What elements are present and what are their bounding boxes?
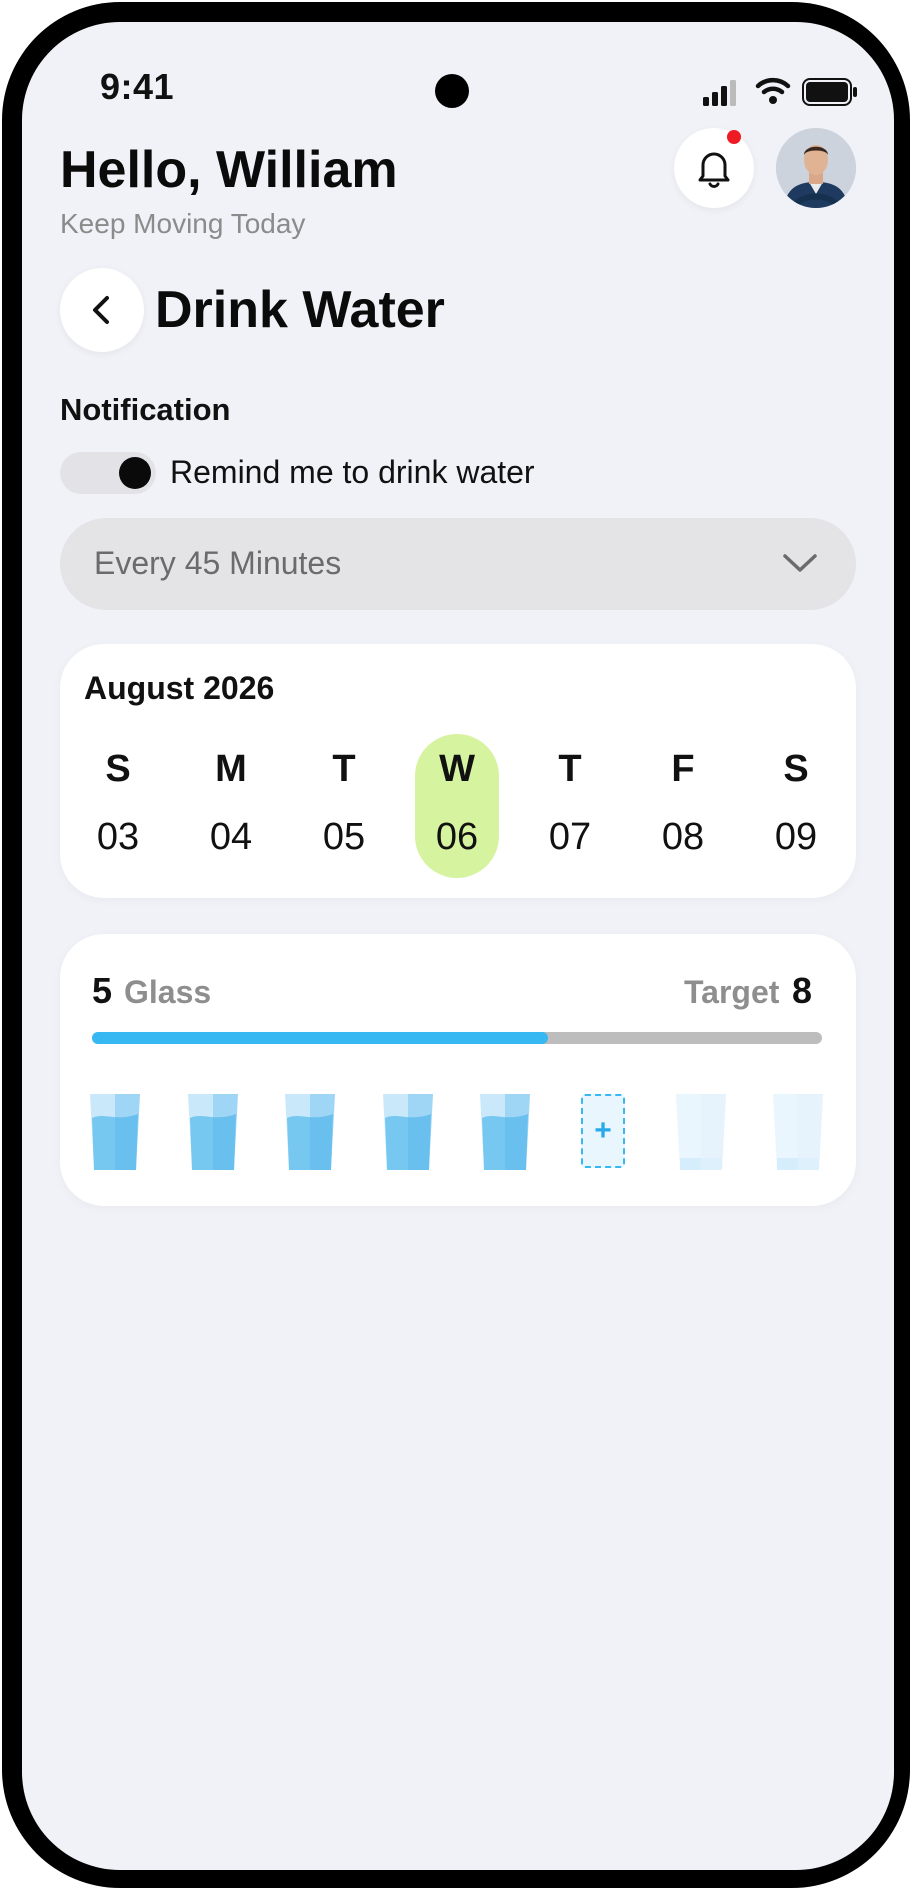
intake-progress-fill [92, 1032, 549, 1044]
day-letter: T [332, 748, 356, 790]
glass-filled-icon[interactable] [90, 1094, 140, 1170]
day-number: 04 [209, 816, 253, 858]
day-number: 07 [548, 816, 592, 858]
day-letter: T [558, 748, 582, 790]
glass-empty-icon[interactable] [675, 1094, 726, 1170]
intake-progress-bar [92, 1032, 822, 1044]
back-button[interactable] [60, 268, 144, 352]
calendar-day[interactable]: M 04 [189, 734, 273, 878]
calendar-day[interactable]: S 09 [754, 734, 838, 878]
day-number: 05 [322, 816, 366, 858]
calendar-day[interactable]: F 08 [641, 734, 725, 878]
greeting-title: Hello, William [60, 141, 398, 199]
target-value: 8 [792, 970, 813, 1011]
app-screen: 9:41 Hello, William Keep Moving Today Dr… [22, 22, 894, 1870]
glass-filled-icon[interactable] [187, 1094, 238, 1170]
chevron-left-icon [93, 296, 109, 324]
avatar[interactable] [776, 128, 856, 208]
status-time: 9:41 [100, 66, 175, 107]
day-number: 03 [96, 816, 140, 858]
bell-icon [698, 152, 730, 188]
target-label: Target [684, 974, 780, 1010]
interval-value: Every 45 Minutes [94, 545, 342, 581]
reminder-toggle-label: Remind me to drink water [170, 454, 535, 490]
plus-icon: + [594, 1114, 612, 1147]
glass-filled-icon[interactable] [480, 1094, 531, 1170]
month-label: August 2026 [84, 670, 275, 706]
user-photo [776, 128, 856, 208]
day-letter: S [105, 748, 131, 790]
day-number: 08 [661, 816, 705, 858]
signal-icon [703, 80, 736, 106]
wifi-icon [755, 77, 791, 104]
page-title: Drink Water [155, 281, 445, 339]
battery-icon [802, 78, 857, 106]
add-glass-button[interactable]: + [581, 1094, 625, 1168]
chevron-down-icon [783, 554, 817, 572]
glass-unit: Glass [124, 974, 212, 1010]
toggle-knob [119, 457, 151, 489]
notifications-button[interactable] [674, 128, 754, 208]
camera-cutout [435, 74, 469, 108]
glass-count: 5 [92, 970, 113, 1011]
calendar-day-selected[interactable]: W 06 [415, 734, 499, 878]
reminder-toggle[interactable] [60, 452, 156, 494]
day-letter: M [215, 748, 247, 790]
notification-section-label: Notification [60, 392, 231, 427]
day-letter: S [783, 748, 809, 790]
day-number: 09 [774, 816, 818, 858]
calendar-card: August 2026 S 03 M 04 T 05 W 06 T 07 F 0… [60, 644, 856, 898]
calendar-day[interactable]: T 07 [528, 734, 612, 878]
glass-filled-icon[interactable] [382, 1094, 433, 1170]
status-bar: 9:41 [22, 22, 894, 122]
day-letter: W [439, 748, 475, 790]
notification-badge [727, 130, 741, 144]
greeting-subtitle: Keep Moving Today [60, 208, 306, 239]
glass-filled-icon[interactable] [285, 1094, 336, 1170]
calendar-day[interactable]: T 05 [302, 734, 386, 878]
glass-empty-icon[interactable] [773, 1094, 824, 1170]
calendar-day[interactable]: S 03 [76, 734, 160, 878]
day-letter: F [671, 748, 695, 790]
day-number: 06 [435, 816, 479, 858]
water-intake-card: 5 Glass Target 8 + [60, 934, 856, 1206]
interval-dropdown[interactable]: Every 45 Minutes [60, 518, 856, 610]
